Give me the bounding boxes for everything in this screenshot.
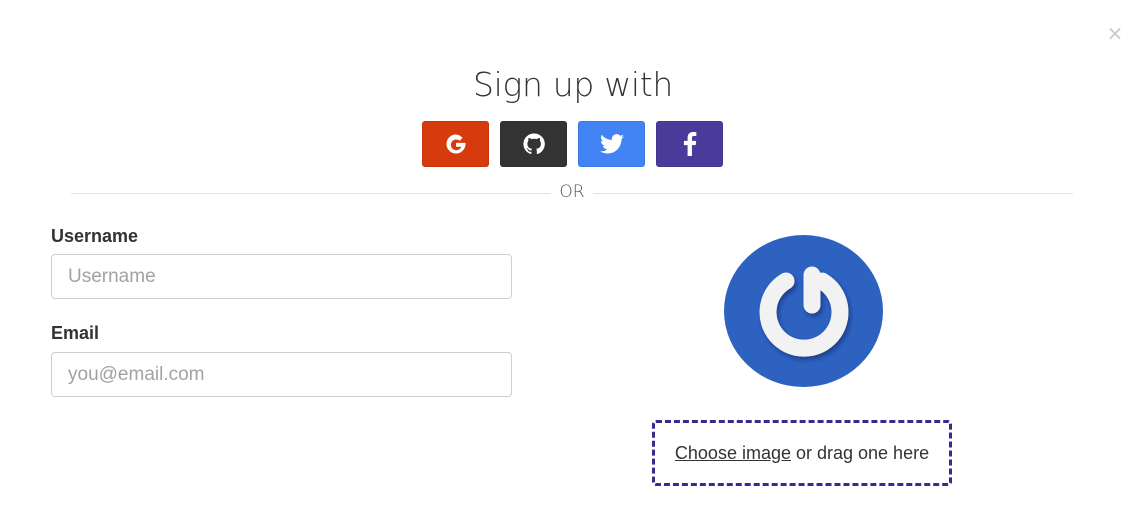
image-dropzone[interactable]: Choose image or drag one here — [652, 420, 952, 486]
social-buttons — [422, 121, 723, 167]
google-icon — [445, 134, 465, 154]
modal-title: Sign up with — [472, 65, 674, 104]
close-icon: × — [1106, 21, 1124, 45]
github-icon — [522, 133, 545, 155]
github-signup-button[interactable] — [500, 121, 567, 167]
email-input[interactable] — [51, 352, 512, 397]
or-label: OR — [551, 182, 593, 202]
username-label: Username — [51, 226, 139, 246]
choose-image-link[interactable]: Choose image — [675, 443, 791, 464]
twitter-signup-button[interactable] — [578, 121, 645, 167]
email-label: Email — [51, 323, 100, 343]
facebook-icon — [683, 132, 696, 156]
twitter-icon — [599, 134, 624, 154]
username-input[interactable] — [51, 254, 512, 299]
power-logo-icon — [759, 266, 848, 357]
signup-modal: × Sign up with OR Username Email — [0, 0, 1146, 517]
facebook-signup-button[interactable] — [656, 121, 723, 167]
google-signup-button[interactable] — [422, 121, 489, 167]
dropzone-hint: or drag one here — [790, 442, 930, 463]
avatar-preview — [724, 235, 883, 387]
close-button[interactable]: × — [1106, 22, 1124, 44]
